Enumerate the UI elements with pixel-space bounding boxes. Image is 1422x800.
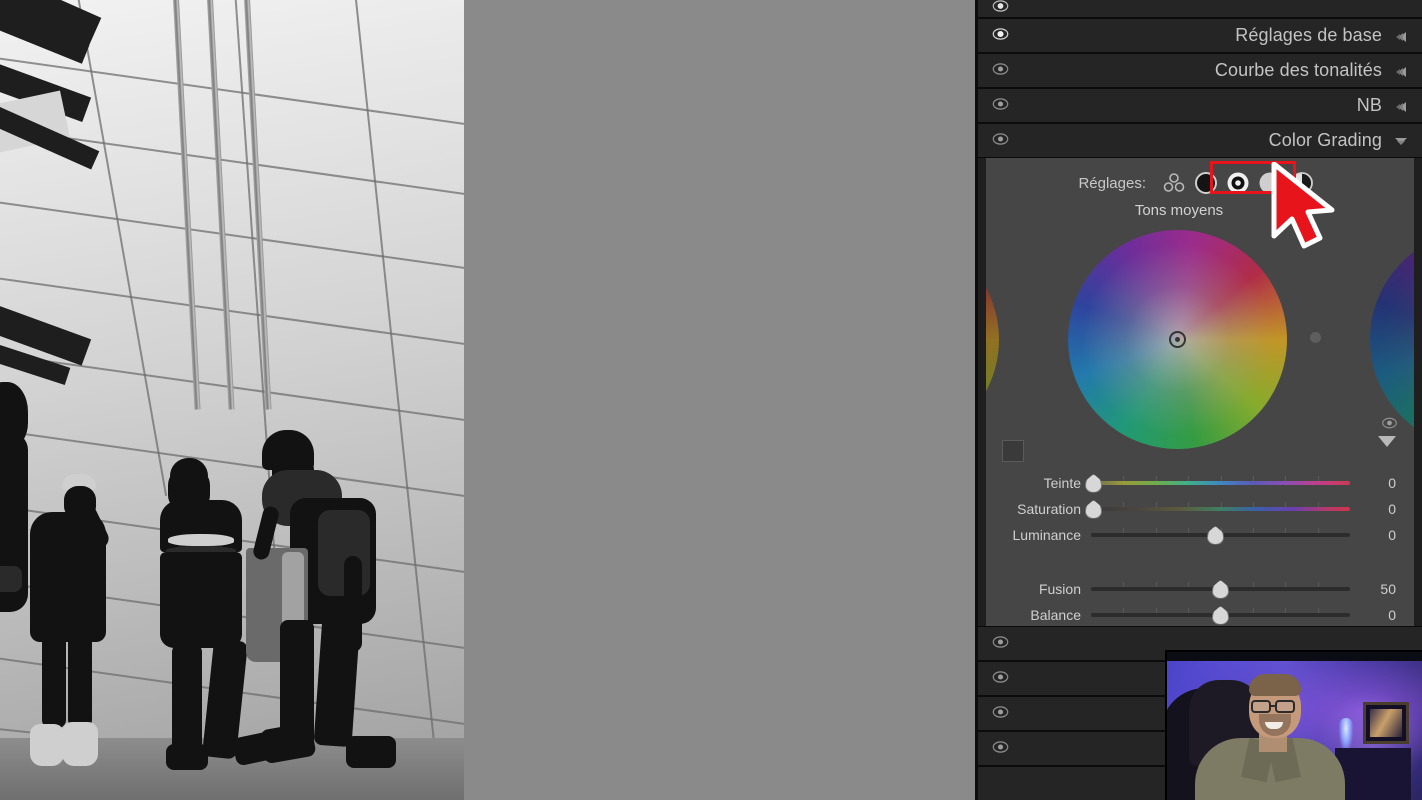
eye-icon[interactable] [1381, 416, 1398, 431]
panel-title-reglages-de-base: Réglages de base [1235, 25, 1382, 45]
app-root: Réglages de base Courbe des tonalités NB… [0, 0, 1422, 800]
slider-row-fusion[interactable]: Fusion 50 [986, 576, 1396, 602]
color-wheel-shadows-partial[interactable] [986, 230, 999, 449]
slider-label-balance: Balance [1030, 607, 1081, 623]
shadows-circle-icon[interactable] [1193, 170, 1219, 196]
panel-title-nb: NB [1356, 95, 1382, 115]
slider-label-teinte: Teinte [1043, 475, 1081, 491]
eye-icon[interactable] [992, 740, 1009, 757]
slider-row-teinte[interactable]: Teinte 0 [986, 470, 1396, 496]
panel-row-courbe-des-tonalites[interactable]: Courbe des tonalités [978, 53, 1422, 88]
panel-row-reglages-de-base[interactable]: Réglages de base [978, 18, 1422, 53]
mullion [243, 0, 272, 410]
wheel-center-marker[interactable] [1169, 331, 1186, 348]
triangle-down-icon[interactable] [1378, 436, 1396, 447]
wheel-hue-handle[interactable] [1310, 332, 1321, 343]
reglages-row: Réglages: [986, 161, 1414, 200]
eye-icon[interactable] [992, 0, 1009, 16]
mouse-cursor [1268, 161, 1346, 250]
eyeglasses-left-lens [1251, 700, 1271, 713]
color-grading-sliders: Teinte 0 Saturation 0 Luminance 0 Fusion… [986, 470, 1414, 628]
slider-track-balance[interactable] [1091, 602, 1350, 628]
color-grading-body: Réglages: Tons moyens Teinte 0 Saturatio… [986, 158, 1414, 658]
eye-icon[interactable] [992, 670, 1009, 687]
three-wheels-icon[interactable] [1161, 170, 1187, 196]
panel-title-color-grading: Color Grading [1268, 130, 1382, 150]
slider-track-fusion[interactable] [1091, 576, 1350, 602]
eyeglasses-right-lens [1275, 700, 1295, 713]
eye-icon[interactable] [992, 132, 1009, 149]
expand-disc-icon[interactable] [1394, 135, 1408, 147]
panel-title-courbe-des-tonalites: Courbe des tonalités [1214, 60, 1382, 80]
panel-row-partial[interactable] [978, 0, 1422, 18]
slider-value-teinte[interactable]: 0 [1350, 475, 1396, 491]
collapse-disc-icon[interactable] [1394, 100, 1408, 112]
slider-track-saturation[interactable] [1085, 496, 1350, 522]
mullion [172, 0, 201, 410]
active-tone-label: Tons moyens [1134, 202, 1224, 219]
slider-track-teinte[interactable] [1085, 470, 1350, 496]
webcam-overlay [1165, 650, 1422, 800]
webcam-top-bar [1167, 652, 1422, 661]
slider-label-saturation: Saturation [1017, 501, 1081, 517]
wall-picture-frame [1363, 702, 1409, 744]
slider-label-luminance: Luminance [1012, 527, 1082, 543]
photo-preview[interactable] [0, 0, 464, 800]
slider-row-saturation[interactable]: Saturation 0 [986, 496, 1396, 522]
preview-backdrop [0, 0, 975, 800]
eye-icon[interactable] [992, 705, 1009, 722]
panel-row-nb[interactable]: NB [978, 88, 1422, 123]
reglages-label: Réglages: [1078, 174, 1146, 192]
slider-group-divider [986, 548, 1396, 576]
eye-icon[interactable] [992, 97, 1009, 114]
desk-lamp [1339, 718, 1353, 752]
slider-value-balance[interactable]: 0 [1350, 607, 1396, 623]
person-hair [1249, 674, 1301, 696]
eye-icon[interactable] [992, 62, 1009, 79]
panel-row-color-grading[interactable]: Color Grading [978, 123, 1422, 158]
collapse-disc-icon[interactable] [1394, 65, 1408, 77]
slider-row-balance[interactable]: Balance 0 [986, 602, 1396, 628]
slider-track-luminance[interactable] [1091, 522, 1350, 548]
side-table [1335, 748, 1411, 800]
slider-row-luminance[interactable]: Luminance 0 [986, 522, 1396, 548]
mullion [206, 0, 235, 410]
midtones-circle-icon[interactable] [1225, 170, 1251, 196]
color-swatch[interactable] [1002, 440, 1024, 462]
slider-label-fusion: Fusion [1038, 581, 1081, 597]
slider-value-fusion[interactable]: 50 [1350, 581, 1396, 597]
eyeglasses-bridge [1271, 705, 1277, 707]
slider-value-luminance[interactable]: 0 [1350, 527, 1396, 543]
collapse-disc-icon[interactable] [1394, 30, 1408, 42]
color-wheel-midtones[interactable] [1068, 230, 1287, 449]
eye-icon[interactable] [992, 27, 1009, 44]
eye-icon[interactable] [992, 635, 1009, 652]
slider-value-saturation[interactable]: 0 [1350, 501, 1396, 517]
